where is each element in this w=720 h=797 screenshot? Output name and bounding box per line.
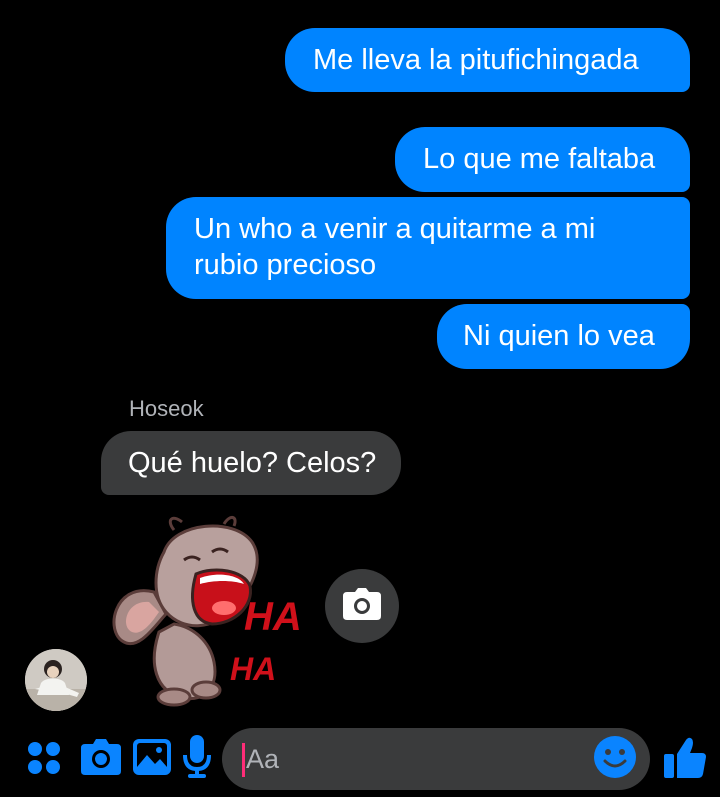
gallery-button[interactable]: [132, 738, 172, 780]
message-composer[interactable]: [222, 728, 650, 790]
outgoing-message[interactable]: Ni quien lo vea: [437, 304, 690, 369]
outgoing-message[interactable]: Un who a venir a quitarme a mi rubio pre…: [166, 197, 690, 299]
camera-button[interactable]: [80, 738, 122, 780]
avatar[interactable]: [25, 649, 87, 711]
thumbs-up-icon: [664, 736, 706, 783]
apps-button[interactable]: [24, 740, 64, 780]
like-button[interactable]: [662, 736, 708, 782]
gallery-icon: [133, 738, 171, 780]
camera-icon: [81, 738, 121, 780]
message-text: Ni quien lo vea: [463, 320, 655, 352]
sender-name: Hoseok: [129, 396, 204, 421]
camera-button[interactable]: [325, 569, 399, 643]
text-caret: [242, 743, 245, 777]
sticker-text: HA: [230, 651, 276, 687]
message-text: rubio precioso: [194, 249, 377, 281]
composer-bar: [0, 722, 720, 797]
emoji-button[interactable]: [594, 735, 636, 783]
outgoing-message[interactable]: Me lleva la pitufichingada: [285, 28, 690, 92]
message-text: Un who a venir a quitarme a mi: [194, 213, 596, 245]
message-text: Lo que me faltaba: [423, 143, 656, 175]
message-input[interactable]: [246, 738, 586, 780]
microphone-icon: [183, 734, 211, 784]
laughing-bunny-sticker[interactable]: HA HA: [104, 512, 310, 710]
apps-icon: [26, 740, 62, 781]
message-text: Me lleva la pitufichingada: [313, 44, 639, 76]
emoji-icon: [594, 735, 636, 783]
outgoing-message[interactable]: Lo que me faltaba: [395, 127, 690, 192]
message-text: Qué huelo? Celos?: [128, 447, 377, 479]
sticker-text: HA: [244, 595, 302, 639]
microphone-button[interactable]: [180, 734, 214, 784]
camera-icon: [343, 587, 381, 625]
incoming-message[interactable]: Qué huelo? Celos?: [101, 431, 401, 495]
